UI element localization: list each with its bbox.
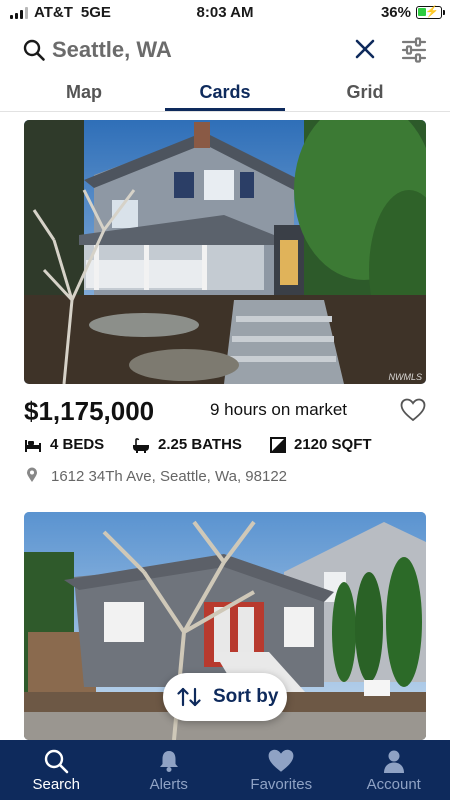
sort-button[interactable]: Sort by	[163, 673, 287, 721]
person-icon	[383, 750, 404, 773]
nav-account-label: Account	[366, 776, 421, 793]
time-on-market: 9 hours on market	[210, 400, 348, 419]
listing-facts: 4 BEDS 2.25 BATHS 2120 SQFT	[24, 432, 426, 462]
sqft-fact: 2120 SQFT	[270, 436, 372, 453]
beds-label: 4 BEDS	[50, 436, 105, 453]
listing-card[interactable]: NWMLS $1,175,000 9 hours on market 4 BED…	[24, 120, 426, 492]
nav-alerts[interactable]: Alerts	[113, 740, 226, 800]
active-tab-indicator	[165, 108, 285, 111]
listing-price: $1,175,000	[24, 396, 155, 426]
nav-alerts-label: Alerts	[149, 776, 188, 793]
bathtub-icon	[133, 437, 149, 453]
search-icon	[45, 749, 69, 774]
search-bar: Seattle, WA	[0, 28, 450, 74]
close-icon[interactable]	[354, 38, 376, 60]
bottom-nav: Search Alerts Favorites Account	[0, 740, 450, 800]
heart-icon	[268, 749, 294, 772]
listing-photo[interactable]: NWMLS	[24, 120, 426, 384]
price-row: $1,175,000 9 hours on market	[24, 384, 426, 432]
nav-search[interactable]: Search	[0, 740, 113, 800]
beds-fact: 4 BEDS	[24, 436, 104, 453]
favorite-heart-icon[interactable]	[400, 398, 426, 422]
bell-icon	[159, 751, 178, 772]
nav-favorites-label: Favorites	[250, 776, 313, 793]
sqft-label: 2120 SQFT	[294, 436, 372, 453]
status-right: 36% ⚡	[380, 4, 445, 21]
nav-account[interactable]: Account	[338, 740, 450, 800]
battery-percent: 36%	[380, 4, 411, 21]
baths-label: 2.25 BATHS	[158, 436, 242, 453]
status-bar: AT&T 5GE 8:03 AM 36% ⚡	[0, 0, 450, 24]
charging-bolt-icon: ⚡	[425, 6, 439, 18]
location-pin-icon	[27, 467, 37, 482]
tab-grid[interactable]: Grid	[305, 82, 425, 103]
baths-fact: 2.25 BATHS	[132, 436, 242, 453]
sort-arrows-icon	[177, 687, 201, 707]
battery-icon: ⚡	[416, 6, 445, 19]
tab-cards[interactable]: Cards	[165, 82, 285, 103]
listing-address: 1612 34Th Ave, Seattle, Wa, 98122	[51, 468, 288, 485]
filter-sliders-icon[interactable]	[401, 36, 427, 64]
sort-label: Sort by	[213, 686, 279, 707]
nav-favorites[interactable]: Favorites	[225, 740, 338, 800]
tab-map[interactable]: Map	[24, 82, 144, 103]
nav-search-label: Search	[32, 776, 81, 793]
view-tabs: Map Cards Grid	[0, 76, 450, 112]
mls-watermark: NWMLS	[388, 372, 423, 382]
bed-icon	[25, 439, 41, 452]
address-row: 1612 34Th Ave, Seattle, Wa, 98122	[24, 462, 426, 492]
area-square-icon	[270, 436, 286, 453]
search-icon[interactable]	[22, 38, 46, 62]
search-location-input[interactable]: Seattle, WA	[52, 37, 172, 63]
